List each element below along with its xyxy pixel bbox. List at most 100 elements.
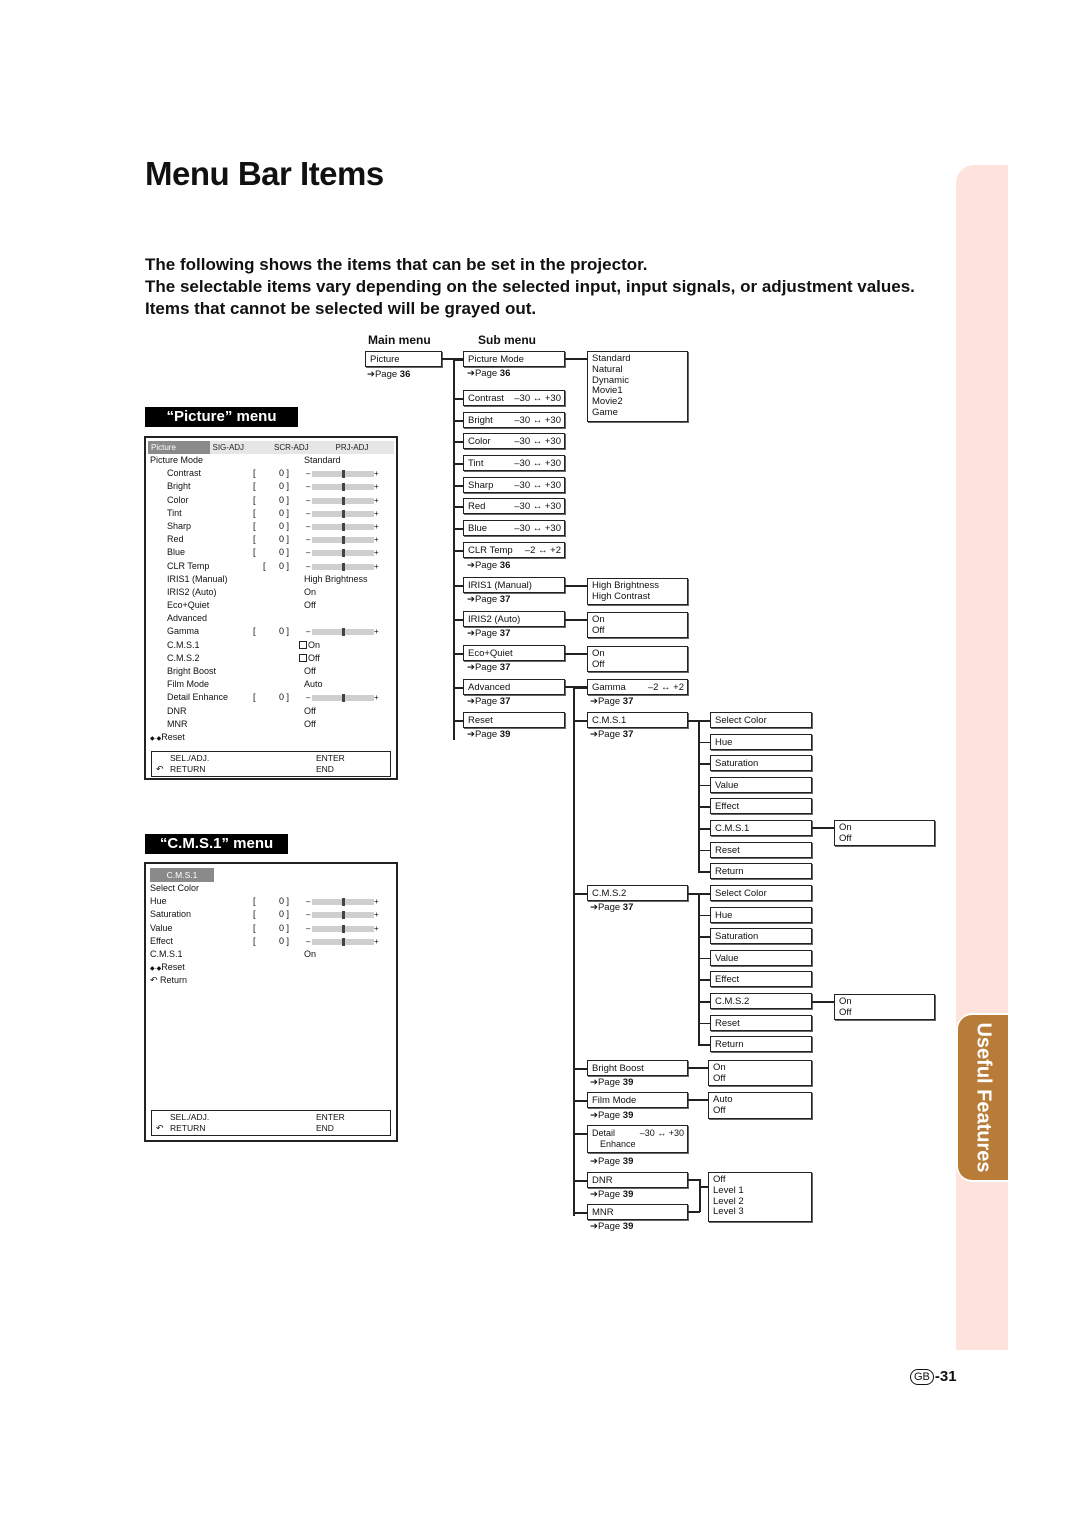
- osd-row-picture-mode[interactable]: Picture Mode Standard: [146, 454, 396, 467]
- submenu-red[interactable]: Red –30 ↔ +30: [463, 498, 565, 514]
- page-reference-link[interactable]: ➔Page 37: [467, 696, 510, 707]
- adjust-slider[interactable]: – +: [306, 627, 379, 637]
- page-reference-link[interactable]: ➔Page 39: [467, 729, 510, 740]
- cms1-item-return[interactable]: Return: [710, 863, 812, 880]
- submenu-color[interactable]: Color –30 ↔ +30: [463, 433, 565, 449]
- cms1-item-reset[interactable]: Reset: [710, 841, 812, 858]
- submenu-blue[interactable]: Blue –30 ↔ +30: [463, 520, 565, 536]
- page-reference-link[interactable]: ➔Page 39: [590, 1156, 633, 1167]
- page-reference-link[interactable]: ➔Page 37: [590, 729, 633, 740]
- advanced-film-mode[interactable]: Film Mode: [587, 1092, 688, 1108]
- osd-row-bright[interactable]: Bright[0 ] – +: [146, 480, 396, 493]
- osd-row-dnr[interactable]: DNR Off: [146, 705, 396, 718]
- slider-knob[interactable]: [342, 694, 345, 703]
- adjust-slider[interactable]: – +: [306, 937, 379, 946]
- advanced-c-m-s-1[interactable]: C.M.S.1: [587, 712, 688, 728]
- advanced-dnr[interactable]: DNR: [587, 1172, 688, 1188]
- osd-row-clr-temp[interactable]: CLR Temp[0 ] – +: [146, 560, 396, 573]
- submenu-bright[interactable]: Bright –30 ↔ +30: [463, 412, 565, 428]
- submenu-advanced[interactable]: Advanced: [463, 679, 565, 695]
- osd-row-mnr[interactable]: MNR Off: [146, 718, 396, 731]
- slider-knob[interactable]: [342, 898, 345, 907]
- page-reference-link[interactable]: ➔Page 37: [467, 628, 510, 639]
- osd-row-c-m-s-2[interactable]: C.M.S.2 Off: [146, 652, 396, 665]
- cms2-item-return[interactable]: Return: [710, 1036, 812, 1053]
- main-menu-picture[interactable]: Picture: [365, 351, 442, 367]
- adjust-slider[interactable]: – +: [306, 469, 379, 479]
- slider-knob[interactable]: [342, 937, 345, 946]
- adjust-slider[interactable]: – +: [306, 482, 379, 492]
- adjust-slider[interactable]: – +: [306, 562, 379, 571]
- cms1-item-saturation[interactable]: Saturation: [710, 755, 812, 772]
- cms2-item-saturation[interactable]: Saturation: [710, 928, 812, 945]
- submenu-sharp[interactable]: Sharp –30 ↔ +30: [463, 477, 565, 493]
- cms2-item-hue[interactable]: Hue: [710, 906, 812, 923]
- slider-knob[interactable]: [342, 522, 345, 531]
- page-reference-link[interactable]: ➔Page 36: [467, 560, 510, 571]
- slider-knob[interactable]: [342, 483, 345, 492]
- page-reference-link[interactable]: ➔Page 39: [590, 1110, 633, 1121]
- osd-row-eco-quiet[interactable]: Eco+Quiet Off: [146, 599, 396, 612]
- slider-knob[interactable]: [342, 549, 345, 558]
- page-reference-link[interactable]: ➔Page 39: [590, 1221, 633, 1232]
- osd-row-iris1-manual[interactable]: IRIS1 (Manual) High Brightness: [146, 573, 396, 586]
- page-reference-link[interactable]: ➔Page 39: [590, 1189, 633, 1200]
- submenu-picture-mode[interactable]: Picture Mode: [463, 351, 565, 367]
- adjust-slider[interactable]: – +: [306, 548, 379, 558]
- osd-row-reset[interactable]: ◆·◆Reset: [146, 961, 396, 974]
- cms1-item-select-color[interactable]: Select Color: [710, 712, 812, 728]
- slider-knob[interactable]: [342, 496, 345, 505]
- page-reference-link[interactable]: ➔Page 39: [590, 1077, 633, 1088]
- adjust-slider[interactable]: – +: [306, 693, 379, 703]
- submenu-tint[interactable]: Tint –30 ↔ +30: [463, 455, 565, 471]
- osd-row-value[interactable]: Value[0 ] – +: [146, 922, 396, 935]
- adjust-slider[interactable]: – +: [306, 522, 379, 531]
- adjust-slider[interactable]: – +: [306, 535, 379, 545]
- cms1-item-effect[interactable]: Effect: [710, 798, 812, 815]
- osd-row-c-m-s-1[interactable]: C.M.S.1 On: [146, 948, 396, 961]
- submenu-contrast[interactable]: Contrast –30 ↔ +30: [463, 390, 565, 406]
- osd-row-reset[interactable]: ◆·◆Reset: [146, 731, 396, 744]
- osd-tab-picture[interactable]: Picture: [148, 441, 210, 454]
- advanced-mnr[interactable]: MNR: [587, 1204, 688, 1220]
- osd-row-bright-boost[interactable]: Bright Boost Off: [146, 665, 396, 678]
- osd-tab-prj-adj[interactable]: PRJ-ADJ: [333, 441, 395, 454]
- osd-row-saturation[interactable]: Saturation[0 ] – +: [146, 908, 396, 921]
- osd-row-sharp[interactable]: Sharp[0 ] – +: [146, 520, 396, 533]
- page-reference-link[interactable]: ➔Page 36: [467, 368, 510, 379]
- advanced-c-m-s-2[interactable]: C.M.S.2: [587, 885, 688, 901]
- adjust-slider[interactable]: – +: [306, 897, 379, 907]
- slider-knob[interactable]: [342, 536, 345, 545]
- page-reference-link[interactable]: ➔Page 37: [467, 662, 510, 673]
- osd-tab-scr-adj[interactable]: SCR-ADJ: [271, 441, 333, 454]
- cms1-item-value[interactable]: Value: [710, 776, 812, 793]
- submenu-reset[interactable]: Reset: [463, 712, 565, 728]
- osd-row-effect[interactable]: Effect[0 ] – +: [146, 935, 396, 948]
- osd-row-select-color[interactable]: Select Color: [146, 882, 396, 895]
- checkbox-icon[interactable]: [299, 653, 307, 662]
- page-reference-link[interactable]: ➔Page 36: [367, 369, 410, 380]
- adjust-slider[interactable]: – +: [306, 924, 379, 933]
- osd-row-c-m-s-1[interactable]: C.M.S.1 On: [146, 639, 396, 652]
- adjust-slider[interactable]: – +: [306, 910, 379, 920]
- osd-row-film-mode[interactable]: Film Mode Auto: [146, 678, 396, 691]
- cms1-item-hue[interactable]: Hue: [710, 733, 812, 750]
- osd-row-color[interactable]: Color[0 ] – +: [146, 494, 396, 507]
- osd-row-return[interactable]: ↶ Return: [146, 974, 396, 987]
- cms2-item-c-m-s-2[interactable]: C.M.S.2: [710, 993, 812, 1009]
- osd-row-red[interactable]: Red[0 ] – +: [146, 533, 396, 546]
- advanced-detail-enhance[interactable]: Detail –30 ↔ +30 Enhance: [587, 1125, 688, 1153]
- slider-knob[interactable]: [342, 628, 345, 637]
- slider-knob[interactable]: [342, 924, 345, 933]
- adjust-slider[interactable]: – +: [306, 509, 379, 518]
- slider-knob[interactable]: [342, 911, 345, 920]
- osd-tab-sig-adj[interactable]: SIG-ADJ: [210, 441, 272, 454]
- checkbox-icon[interactable]: [299, 640, 307, 649]
- advanced-gamma[interactable]: Gamma –2 ↔ +2: [587, 679, 688, 695]
- slider-knob[interactable]: [342, 562, 345, 571]
- cms2-item-reset[interactable]: Reset: [710, 1014, 812, 1031]
- submenu-iris2-auto[interactable]: IRIS2 (Auto): [463, 611, 565, 627]
- section-tab-useful-features[interactable]: Useful Features: [958, 1015, 1008, 1180]
- osd-row-contrast[interactable]: Contrast[0 ] – +: [146, 467, 396, 480]
- osd-row-advanced[interactable]: Advanced: [146, 612, 396, 625]
